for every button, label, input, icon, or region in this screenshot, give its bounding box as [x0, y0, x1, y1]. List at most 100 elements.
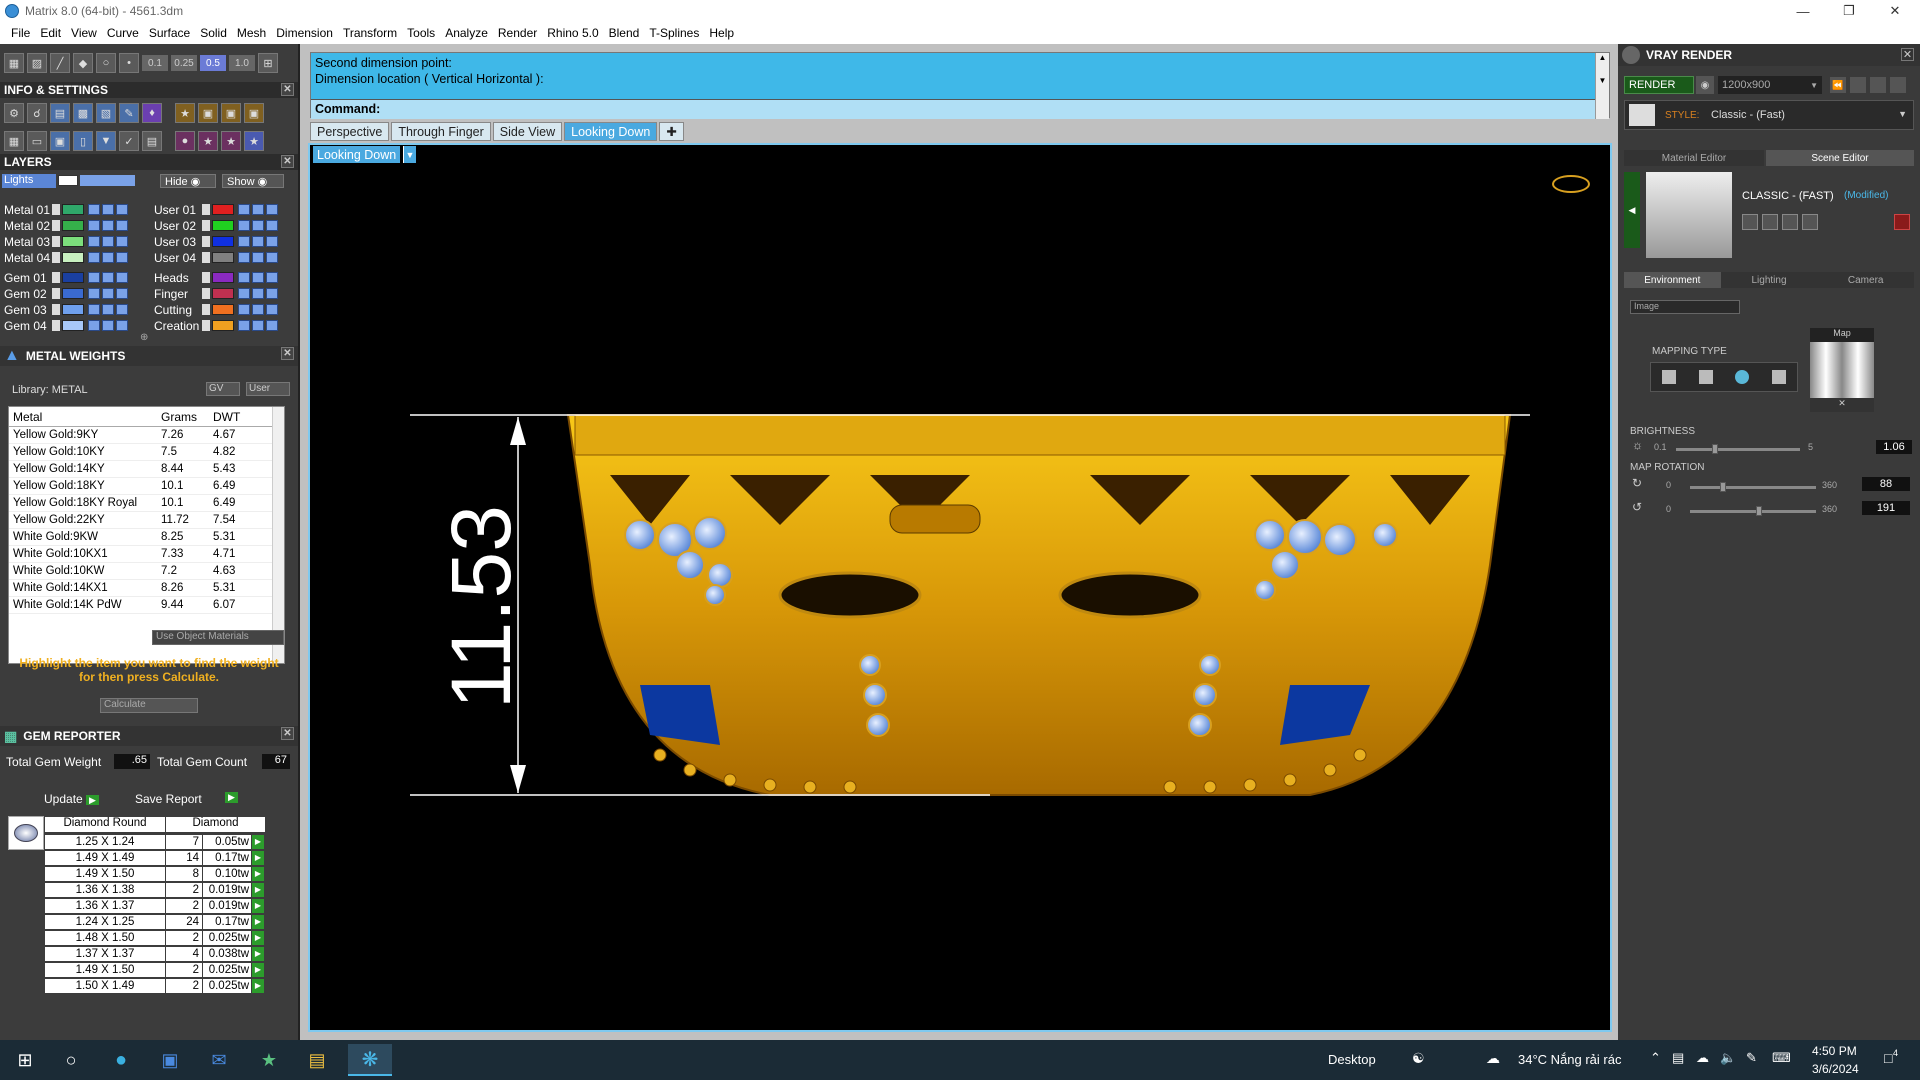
tool-b-icon[interactable]: ▣ — [198, 103, 218, 123]
slider-thumb[interactable] — [1756, 506, 1762, 516]
layer-visible-icon[interactable] — [238, 252, 250, 263]
layer-visible-icon[interactable] — [88, 220, 100, 231]
weather-icon[interactable]: ☁ — [1486, 1050, 1500, 1067]
layer-lock-icon[interactable] — [252, 304, 264, 315]
layer-visible-icon[interactable] — [238, 304, 250, 315]
tool-d-icon[interactable]: ▣ — [244, 103, 264, 123]
resolution-select[interactable]: 1200x900 ▼ — [1718, 76, 1822, 94]
table-row[interactable]: Yellow Gold:14KY 8.44 5.43 — [9, 461, 284, 478]
subtab-lighting[interactable]: Lighting — [1720, 272, 1818, 288]
layer-color-swatch[interactable] — [62, 236, 84, 247]
folder-icon[interactable]: ▤ — [300, 1044, 334, 1076]
step-0-25[interactable]: 0.25 — [171, 55, 197, 71]
layer-lock-icon[interactable] — [252, 320, 264, 331]
collapse-arrow-icon[interactable]: ⊕ — [140, 332, 156, 343]
layer-visible-icon[interactable] — [88, 252, 100, 263]
gem-row[interactable]: 1.49 X 1.49 14 0.17tw ▶ — [45, 850, 265, 865]
menu-surface[interactable]: Surface — [144, 26, 195, 40]
table-row[interactable]: White Gold:10KW 7.2 4.63 — [9, 563, 284, 580]
gem-row[interactable]: 1.24 X 1.25 24 0.17tw ▶ — [45, 914, 265, 929]
command-input[interactable]: Command: — [311, 99, 1595, 119]
expand-arrow-icon[interactable] — [202, 288, 210, 299]
step-1-0[interactable]: 1.0 — [229, 55, 255, 71]
planar-icon[interactable]: ◆ — [73, 53, 93, 73]
tab-perspective[interactable]: Perspective — [310, 122, 390, 141]
window-icon[interactable]: ▦ — [4, 131, 24, 151]
camera-icon[interactable]: ◉ — [1696, 76, 1714, 94]
step-0-5[interactable]: 0.5 — [200, 55, 226, 71]
expand-arrow-icon[interactable] — [202, 272, 210, 283]
view-icon[interactable] — [1850, 77, 1866, 93]
layer-visible-icon[interactable] — [88, 288, 100, 299]
layer-lock-icon[interactable] — [102, 220, 114, 231]
search-icon[interactable]: ○ — [54, 1044, 88, 1076]
weather-text[interactable]: 34°C Nắng rải rác — [1518, 1052, 1621, 1067]
table-row[interactable]: Yellow Gold:22KY 11.72 7.54 — [9, 512, 284, 529]
layer-lock-icon[interactable] — [102, 288, 114, 299]
brightness-value[interactable]: 1.06 — [1876, 440, 1912, 454]
clock-date[interactable]: 3/6/2024 — [1812, 1062, 1859, 1076]
gem-row[interactable]: 1.37 X 1.37 4 0.038tw ▶ — [45, 946, 265, 961]
viewport-looking-down[interactable]: Looking Down ▼ 11.53 — [308, 143, 1612, 1032]
volume-icon[interactable]: 🔈 — [1720, 1050, 1736, 1066]
layer-select-icon[interactable] — [116, 252, 128, 263]
notification-icon[interactable]: □ — [1884, 1050, 1892, 1066]
style-selector[interactable]: STYLE: Classic - (Fast) ▼ — [1624, 100, 1914, 130]
layer-visible-icon[interactable] — [88, 272, 100, 283]
menu-edit[interactable]: Edit — [35, 26, 66, 40]
layer-row[interactable]: Cutting — [150, 302, 280, 317]
command-scrollbar[interactable]: ▲ ▼ — [1595, 53, 1609, 119]
rotation2-value[interactable]: 191 — [1862, 501, 1910, 515]
table-row[interactable]: White Gold:10KX1 7.33 4.71 — [9, 546, 284, 563]
layer-lock-icon[interactable] — [102, 252, 114, 263]
table-row[interactable]: Yellow Gold:10KY 7.5 4.82 — [9, 444, 284, 461]
layer-row[interactable]: User 04 — [150, 250, 280, 265]
tool-g-icon[interactable]: ★ — [221, 131, 241, 151]
expand-arrow-icon[interactable] — [52, 236, 60, 247]
lights-swatch[interactable] — [58, 175, 78, 186]
tool-h-icon[interactable]: ★ — [244, 131, 264, 151]
gem-select-icon[interactable]: ▶ — [252, 866, 264, 881]
edit-icon[interactable]: ✎ — [119, 103, 139, 123]
expand-arrow-icon[interactable] — [52, 304, 60, 315]
layer-select-icon[interactable] — [116, 320, 128, 331]
remove-preset-icon[interactable] — [1802, 214, 1818, 230]
expand-arrow-icon[interactable] — [202, 304, 210, 315]
gem-row[interactable]: 1.49 X 1.50 8 0.10tw ▶ — [45, 866, 265, 881]
collapse-left-icon[interactable]: ◀ — [1624, 172, 1640, 248]
add-view-icon[interactable]: ✚ — [659, 122, 684, 141]
layer-row[interactable]: Creation — [150, 318, 280, 333]
layer-row[interactable]: Gem 01 — [0, 270, 130, 285]
save-report-button[interactable]: Save Report ▶ — [135, 792, 238, 806]
col-grams[interactable]: Grams — [157, 410, 209, 424]
gem-select-icon[interactable]: ▶ — [252, 898, 264, 913]
update-button[interactable]: Update ▶ — [44, 792, 99, 806]
tab-through-finger[interactable]: Through Finger — [391, 122, 491, 141]
gem-select-icon[interactable]: ▶ — [252, 882, 264, 897]
layer-select-icon[interactable] — [266, 304, 278, 315]
table-row[interactable]: Yellow Gold:9KY 7.26 4.67 — [9, 427, 284, 444]
layer-visible-icon[interactable] — [88, 204, 100, 215]
table-row[interactable]: Yellow Gold:18KY Royal 10.1 6.49 — [9, 495, 284, 512]
table-row[interactable]: White Gold:14K PdW 9.44 6.07 — [9, 597, 284, 614]
layer-visible-icon[interactable] — [238, 272, 250, 283]
pen-icon[interactable]: ✎ — [1746, 1050, 1757, 1066]
layer-lock-icon[interactable] — [252, 204, 264, 215]
layer-row[interactable]: Metal 04 — [0, 250, 130, 265]
keyboard-icon[interactable]: ⌨ — [1772, 1050, 1791, 1066]
tool-c-icon[interactable]: ▣ — [221, 103, 241, 123]
menu-curve[interactable]: Curve — [102, 26, 144, 40]
layer-visible-icon[interactable] — [88, 236, 100, 247]
layer-visible-icon[interactable] — [238, 204, 250, 215]
slider-thumb[interactable] — [1712, 444, 1718, 454]
layer-row[interactable]: Finger — [150, 286, 280, 301]
show-button[interactable]: Show ◉ — [222, 174, 284, 188]
menu-t-splines[interactable]: T-Splines — [644, 26, 704, 40]
brightness-slider[interactable] — [1676, 444, 1800, 454]
plane-map-icon[interactable] — [1662, 370, 1677, 384]
map-thumbnail[interactable] — [1810, 342, 1874, 398]
layer-select-icon[interactable] — [266, 252, 278, 263]
col-dwt[interactable]: DWT — [209, 410, 269, 424]
layer-color-swatch[interactable] — [212, 272, 234, 283]
library-icon[interactable]: ▧ — [96, 103, 116, 123]
